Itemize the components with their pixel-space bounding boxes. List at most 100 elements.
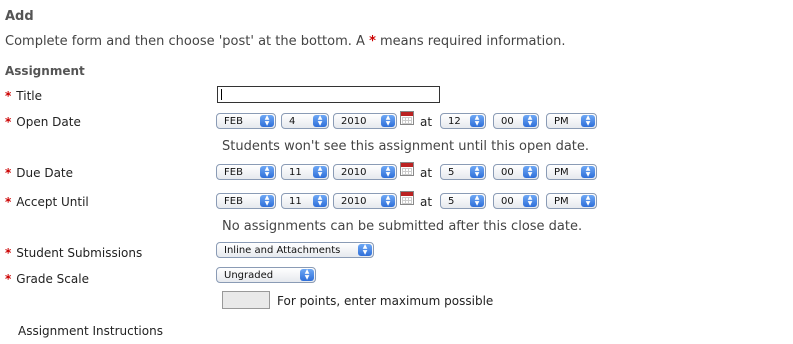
- required-star: *: [5, 246, 12, 260]
- select-arrows-icon: ▲ ▼: [313, 195, 327, 207]
- select-arrows-icon: ▲ ▼: [260, 166, 274, 178]
- accept-ampm-select[interactable]: PM ▲ ▼: [546, 193, 597, 209]
- text-cursor: [221, 89, 222, 100]
- max-points-input[interactable]: [222, 291, 270, 309]
- form-instructions: Complete form and then choose 'post' at …: [5, 34, 566, 49]
- select-value: PM: [554, 116, 569, 127]
- accept-until-label: * Accept Until: [5, 195, 89, 209]
- due-date-label: * Due Date: [5, 166, 73, 180]
- calendar-icon-grid: [402, 168, 412, 175]
- select-arrows-icon: ▲ ▼: [381, 115, 395, 127]
- instructions-text: Complete form and then choose 'post' at …: [5, 34, 365, 49]
- calendar-icon-grid: [402, 117, 412, 124]
- required-star: *: [5, 89, 12, 103]
- select-arrows-icon: ▲ ▼: [300, 269, 314, 281]
- due-year-select[interactable]: 2010 ▲ ▼: [333, 164, 397, 180]
- title-label: * Title: [5, 89, 42, 103]
- instructions-text-end: means required information.: [380, 34, 566, 49]
- required-star: *: [5, 272, 12, 286]
- student-submissions-select[interactable]: Inline and Attachments ▲ ▼: [216, 242, 374, 258]
- select-value: Ungraded: [224, 270, 274, 281]
- calendar-icon-top: [401, 163, 413, 167]
- select-value: PM: [554, 196, 569, 207]
- required-star: *: [5, 166, 12, 180]
- assignment-instructions-label-text: Assignment Instructions: [18, 324, 163, 338]
- open-date-note: Students won't see this assignment until…: [222, 139, 590, 154]
- select-value: PM: [554, 167, 569, 178]
- accept-month-select[interactable]: FEB ▲ ▼: [216, 193, 276, 209]
- open-hour-select[interactable]: 12 ▲ ▼: [440, 113, 486, 129]
- select-value: FEB: [224, 116, 243, 127]
- select-value: 11: [289, 196, 302, 207]
- due-ampm-select[interactable]: PM ▲ ▼: [546, 164, 597, 180]
- select-arrows-icon: ▲ ▼: [358, 244, 372, 256]
- calendar-icon-top: [401, 112, 413, 116]
- select-arrows-icon: ▲ ▼: [523, 166, 537, 178]
- due-day-select[interactable]: 11 ▲ ▼: [281, 164, 329, 180]
- max-points-hint: For points, enter maximum possible: [277, 294, 494, 308]
- open-ampm-select[interactable]: PM ▲ ▼: [546, 113, 597, 129]
- select-value: 5: [448, 196, 455, 207]
- select-arrows-icon: ▲ ▼: [581, 115, 595, 127]
- accept-hour-select[interactable]: 5 ▲ ▼: [440, 193, 486, 209]
- due-minute-select[interactable]: 00 ▲ ▼: [493, 164, 539, 180]
- select-arrows-icon: ▲ ▼: [313, 115, 327, 127]
- calendar-icon-top: [401, 192, 413, 196]
- select-arrows-icon: ▲ ▼: [313, 166, 327, 178]
- accept-minute-select[interactable]: 00 ▲ ▼: [493, 193, 539, 209]
- open-year-select[interactable]: 2010 ▲ ▼: [333, 113, 397, 129]
- select-value: 4: [289, 116, 296, 127]
- select-value: 00: [501, 167, 514, 178]
- accept-until-label-text: Accept Until: [16, 195, 89, 209]
- select-value: 12: [448, 116, 461, 127]
- open-day-select[interactable]: 4 ▲ ▼: [281, 113, 329, 129]
- student-submissions-label-text: Student Submissions: [16, 246, 143, 260]
- open-date-label-text: Open Date: [16, 115, 81, 129]
- select-arrows-icon: ▲ ▼: [260, 195, 274, 207]
- select-value: 2010: [341, 196, 367, 207]
- select-value: 00: [501, 116, 514, 127]
- accept-year-select[interactable]: 2010 ▲ ▼: [333, 193, 397, 209]
- select-arrows-icon: ▲ ▼: [523, 115, 537, 127]
- select-arrows-icon: ▲ ▼: [381, 166, 395, 178]
- select-value: 2010: [341, 116, 367, 127]
- select-value: Inline and Attachments: [224, 245, 341, 256]
- title-label-text: Title: [16, 89, 42, 103]
- assignment-instructions-label: Assignment Instructions: [5, 324, 163, 338]
- calendar-icon[interactable]: [400, 191, 414, 205]
- calendar-icon[interactable]: [400, 162, 414, 176]
- select-arrows-icon: ▲ ▼: [381, 195, 395, 207]
- select-value: FEB: [224, 167, 243, 178]
- page-title: Add: [5, 9, 34, 24]
- grade-scale-label-text: Grade Scale: [16, 272, 89, 286]
- accept-until-note: No assignments can be submitted after th…: [222, 219, 583, 234]
- at-label: at: [420, 166, 433, 180]
- required-star: *: [369, 34, 376, 49]
- due-date-label-text: Due Date: [16, 166, 74, 180]
- select-arrows-icon: ▲ ▼: [260, 115, 274, 127]
- open-date-label: * Open Date: [5, 115, 81, 129]
- required-star: *: [5, 115, 12, 129]
- at-label: at: [420, 195, 433, 209]
- calendar-icon-grid: [402, 197, 412, 204]
- select-arrows-icon: ▲ ▼: [581, 195, 595, 207]
- select-value: 2010: [341, 167, 367, 178]
- grade-scale-select[interactable]: Ungraded ▲ ▼: [216, 267, 316, 283]
- select-value: 00: [501, 196, 514, 207]
- select-arrows-icon: ▲ ▼: [581, 166, 595, 178]
- due-month-select[interactable]: FEB ▲ ▼: [216, 164, 276, 180]
- select-value: 5: [448, 167, 455, 178]
- select-arrows-icon: ▲ ▼: [470, 166, 484, 178]
- accept-day-select[interactable]: 11 ▲ ▼: [281, 193, 329, 209]
- grade-scale-label: * Grade Scale: [5, 272, 89, 286]
- section-title: Assignment: [5, 64, 85, 78]
- select-value: FEB: [224, 196, 243, 207]
- select-value: 11: [289, 167, 302, 178]
- select-arrows-icon: ▲ ▼: [470, 115, 484, 127]
- calendar-icon[interactable]: [400, 111, 414, 125]
- title-input[interactable]: [217, 86, 440, 103]
- open-minute-select[interactable]: 00 ▲ ▼: [493, 113, 539, 129]
- open-month-select[interactable]: FEB ▲ ▼: [216, 113, 276, 129]
- due-hour-select[interactable]: 5 ▲ ▼: [440, 164, 486, 180]
- student-submissions-label: * Student Submissions: [5, 246, 142, 260]
